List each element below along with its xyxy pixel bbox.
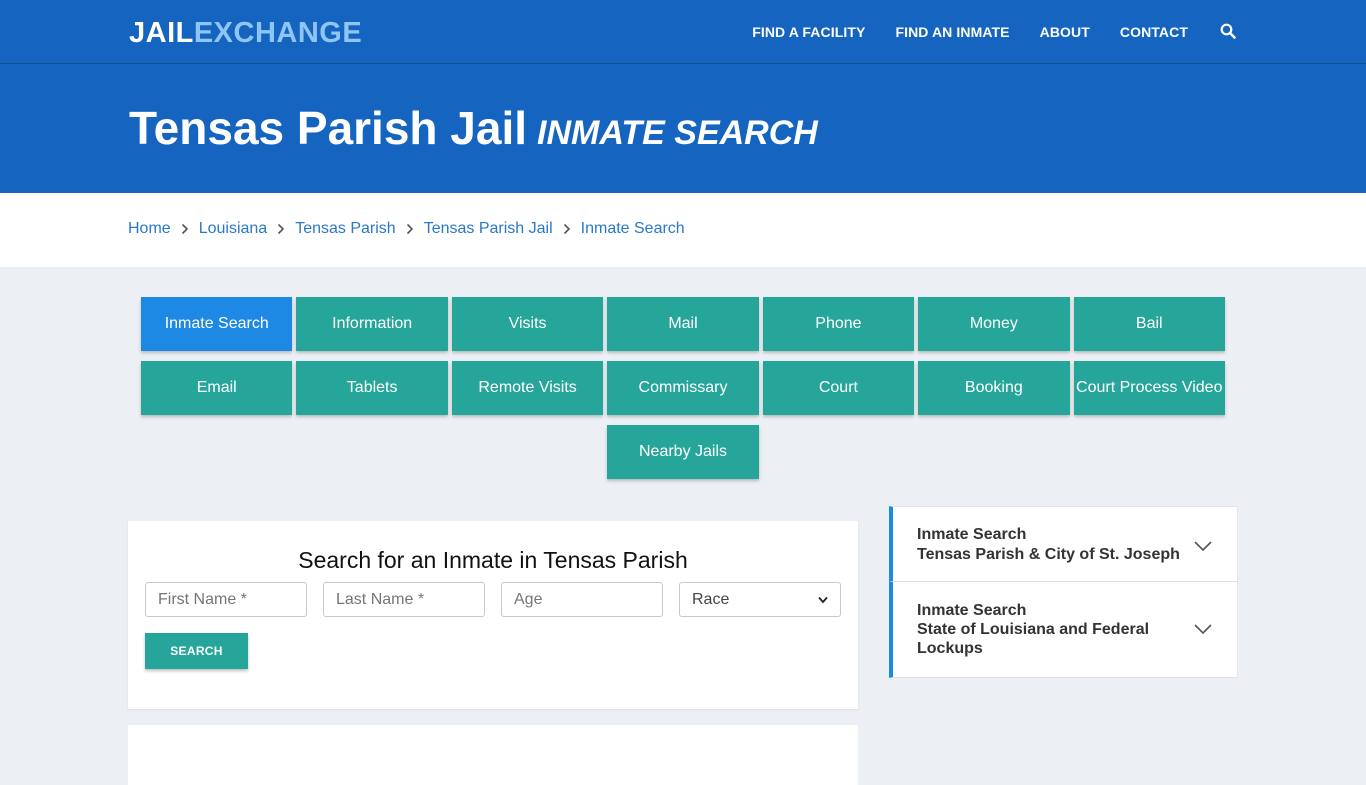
breadcrumb: Home Louisiana Tensas Parish Tensas Pari…	[128, 220, 685, 238]
page-title-main: Tensas Parish Jail	[129, 102, 528, 154]
sidebar-item-title: Inmate Search	[917, 602, 1027, 619]
breadcrumb-inmate-search[interactable]: Inmate Search	[581, 220, 685, 238]
chevron-down-icon	[818, 591, 828, 609]
first-name-input[interactable]	[145, 582, 307, 617]
chevron-down-icon	[1193, 539, 1213, 552]
page-title: Tensas Parish Jail INMATE SEARCH	[129, 102, 818, 159]
logo-part2: EXCHANGE	[193, 17, 363, 49]
tab-mail[interactable]: Mail	[607, 297, 759, 351]
tab-row-3: Nearby Jails	[139, 425, 1227, 479]
race-select-value: Race	[692, 590, 730, 608]
tab-remote-visits[interactable]: Remote Visits	[451, 361, 604, 415]
chevron-right-icon	[181, 223, 189, 235]
breadcrumb-tensas-parish-jail[interactable]: Tensas Parish Jail	[424, 220, 553, 238]
tab-court[interactable]: Court	[762, 361, 915, 415]
tab-email[interactable]: Email	[141, 361, 293, 415]
last-name-input[interactable]	[323, 582, 485, 617]
inmate-search-card: Search for an Inmate in Tensas Parish Ra…	[128, 521, 858, 709]
sidebar-item-title: Inmate Search	[917, 526, 1027, 543]
tab-row-2: Email Tablets Remote Visits Commissary C…	[139, 361, 1227, 415]
chevron-down-icon	[1193, 622, 1213, 635]
race-select[interactable]: Race	[679, 582, 841, 617]
search-heading: Search for an Inmate in Tensas Parish	[298, 547, 688, 573]
tab-phone[interactable]: Phone	[762, 297, 915, 351]
tab-row-1: Inmate Search Information Visits Mail Ph…	[139, 297, 1227, 351]
tab-booking[interactable]: Booking	[918, 361, 1070, 415]
sidebar-item-state-search[interactable]: Inmate Search State of Louisiana and Fed…	[889, 582, 1238, 678]
hero-banner: Tensas Parish Jail INMATE SEARCH	[0, 64, 1366, 193]
content-card	[128, 725, 858, 785]
sidebar-item-subtitle: State of Louisiana and Federal	[917, 621, 1150, 638]
tab-commissary[interactable]: Commissary	[607, 361, 759, 415]
main-nav: FIND A FACILITY FIND AN INMATE ABOUT CON…	[722, 0, 1238, 64]
chevron-right-icon	[277, 223, 285, 235]
site-logo[interactable]: JAILEXCHANGE	[129, 16, 362, 50]
sidebar-item-subtitle-2: Lockups	[917, 640, 983, 657]
sidebar-item-parish-search[interactable]: Inmate Search Tensas Parish & City of St…	[889, 506, 1238, 582]
age-input[interactable]	[501, 582, 663, 617]
nav-find-inmate[interactable]: FIND AN INMATE	[895, 24, 1009, 40]
search-button[interactable]: SEARCH	[145, 633, 248, 669]
search-icon[interactable]	[1220, 23, 1238, 41]
logo-part1: JAIL	[129, 17, 194, 49]
nav-contact[interactable]: CONTACT	[1120, 24, 1188, 40]
tab-information[interactable]: Information	[296, 297, 448, 351]
tab-inmate-search[interactable]: Inmate Search	[141, 297, 293, 351]
chevron-right-icon	[563, 223, 571, 235]
chevron-right-icon	[406, 223, 414, 235]
breadcrumb-louisiana[interactable]: Louisiana	[199, 220, 268, 238]
tab-court-process-video[interactable]: Court Process Video	[1073, 361, 1225, 415]
facility-tabs: Inmate Search Information Visits Mail Ph…	[139, 297, 1227, 489]
page-title-sub: INMATE SEARCH	[537, 114, 818, 152]
breadcrumb-tensas-parish[interactable]: Tensas Parish	[295, 220, 396, 238]
breadcrumb-home[interactable]: Home	[128, 220, 171, 238]
tab-nearby-jails[interactable]: Nearby Jails	[607, 425, 759, 479]
sidebar-item-subtitle: Tensas Parish & City of St. Joseph	[917, 546, 1180, 563]
tab-visits[interactable]: Visits	[451, 297, 604, 351]
tab-bail[interactable]: Bail	[1073, 297, 1225, 351]
breadcrumb-bar: Home Louisiana Tensas Parish Tensas Pari…	[0, 193, 1366, 267]
top-navbar: JAILEXCHANGE FIND A FACILITY FIND AN INM…	[0, 0, 1366, 64]
nav-find-facility[interactable]: FIND A FACILITY	[752, 24, 865, 40]
tab-money[interactable]: Money	[918, 297, 1070, 351]
nav-about[interactable]: ABOUT	[1040, 24, 1090, 40]
tab-tablets[interactable]: Tablets	[296, 361, 448, 415]
